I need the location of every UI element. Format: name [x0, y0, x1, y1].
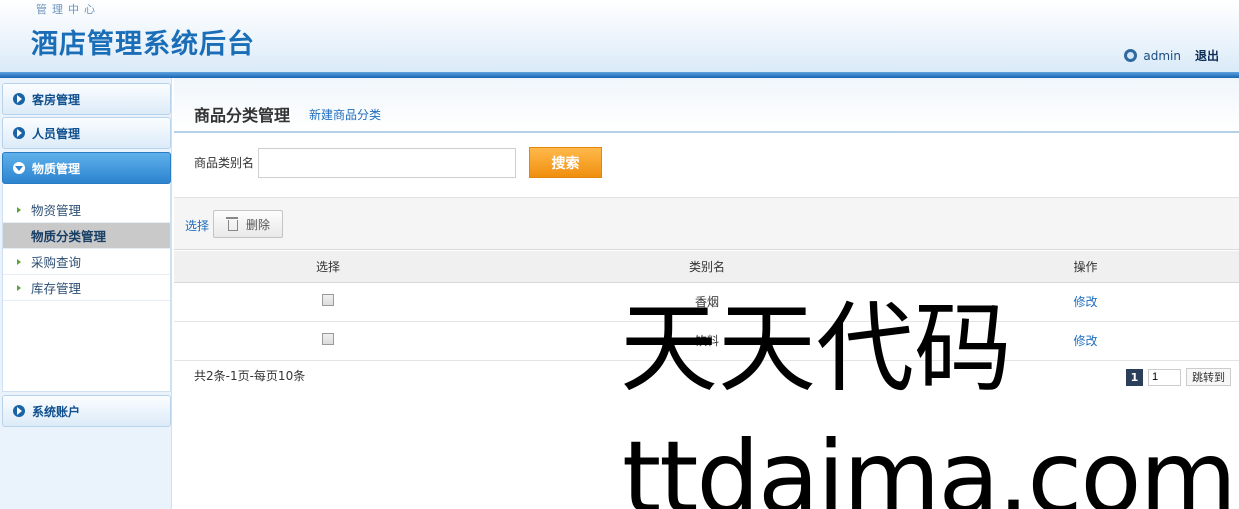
page-title: 商品分类管理: [194, 106, 291, 125]
user-icon: [1124, 49, 1138, 62]
jump-to-button[interactable]: 跳转到: [1186, 368, 1231, 386]
page-header: 商品分类管理 新建商品分类: [174, 78, 1239, 133]
page-jump-input[interactable]: [1148, 368, 1181, 386]
sidebar-item-label: 物质分类管理: [31, 229, 107, 244]
expand-arrow-icon: [13, 405, 25, 417]
material-submenu: 物资管理 物质分类管理 采购查询 库存管理: [2, 184, 171, 392]
logout-link[interactable]: 退出: [1195, 47, 1219, 64]
bullet-arrow-icon: [17, 258, 21, 265]
column-header-action: 操作: [932, 251, 1239, 283]
menu-room-management[interactable]: 客房管理: [2, 83, 171, 115]
pagination: 1 跳转到: [1126, 368, 1231, 386]
bullet-arrow-icon: [17, 284, 21, 291]
menu-material-management[interactable]: 物质管理: [2, 152, 171, 184]
watermark-text: 天天代码: [620, 292, 1013, 406]
sidebar-item-inventory[interactable]: 库存管理: [3, 275, 170, 301]
pagination-info: 共2条-1页-每页10条: [194, 369, 306, 383]
sidebar-item-materials[interactable]: 物资管理: [3, 197, 170, 223]
user-area: admin 退出: [1124, 47, 1219, 64]
username: admin: [1143, 48, 1181, 63]
sidebar-item-material-categories[interactable]: 物质分类管理: [3, 223, 170, 249]
table-header-row: 选择 类别名 操作: [174, 251, 1239, 283]
category-name-input[interactable]: [258, 147, 517, 178]
bullet-arrow-icon: [17, 206, 21, 213]
table-toolbar: 选择 删除: [174, 197, 1239, 250]
trash-icon: [226, 217, 238, 231]
edit-link[interactable]: 修改: [1073, 334, 1097, 348]
page-number-current[interactable]: 1: [1126, 368, 1143, 386]
collapse-arrow-icon: [13, 162, 25, 174]
menu-label: 客房管理: [32, 92, 81, 107]
menu-label: 物质管理: [32, 161, 81, 176]
search-bar: 商品类别名 搜索: [194, 147, 603, 178]
column-header-name: 类别名: [482, 251, 932, 283]
delete-label: 删除: [246, 217, 271, 232]
app-header: 管理中心 酒店管理系统后台 admin 退出: [0, 0, 1239, 72]
sidebar-item-label: 库存管理: [31, 281, 82, 296]
sidebar-item-purchase-query[interactable]: 采购查询: [3, 249, 170, 275]
row-checkbox[interactable]: [322, 333, 334, 345]
column-header-select: 选择: [174, 251, 482, 283]
menu-label: 系统账户: [32, 404, 81, 419]
menu-staff-management[interactable]: 人员管理: [2, 117, 171, 149]
watermark-url: ttdaima.com: [622, 419, 1237, 509]
expand-arrow-icon: [13, 93, 25, 105]
sidebar: 客房管理 人员管理 物质管理 物资管理 物质分类管理 采购查询 库存管理 系统账…: [0, 78, 172, 509]
app-title: 酒店管理系统后台: [31, 29, 255, 60]
sidebar-item-label: 采购查询: [31, 255, 82, 270]
edit-link[interactable]: 修改: [1073, 295, 1097, 309]
search-button[interactable]: 搜索: [529, 147, 603, 178]
menu-label: 人员管理: [32, 126, 81, 141]
delete-button[interactable]: 删除: [213, 210, 283, 238]
new-category-link[interactable]: 新建商品分类: [309, 106, 381, 123]
header-subtitle: 管理中心: [36, 3, 100, 16]
sidebar-item-label: 物资管理: [31, 203, 82, 218]
select-all-link[interactable]: 选择: [185, 217, 209, 234]
menu-system-accounts[interactable]: 系统账户: [2, 395, 171, 427]
search-label: 商品类别名: [194, 156, 255, 170]
row-checkbox[interactable]: [322, 294, 334, 306]
expand-arrow-icon: [13, 127, 25, 139]
